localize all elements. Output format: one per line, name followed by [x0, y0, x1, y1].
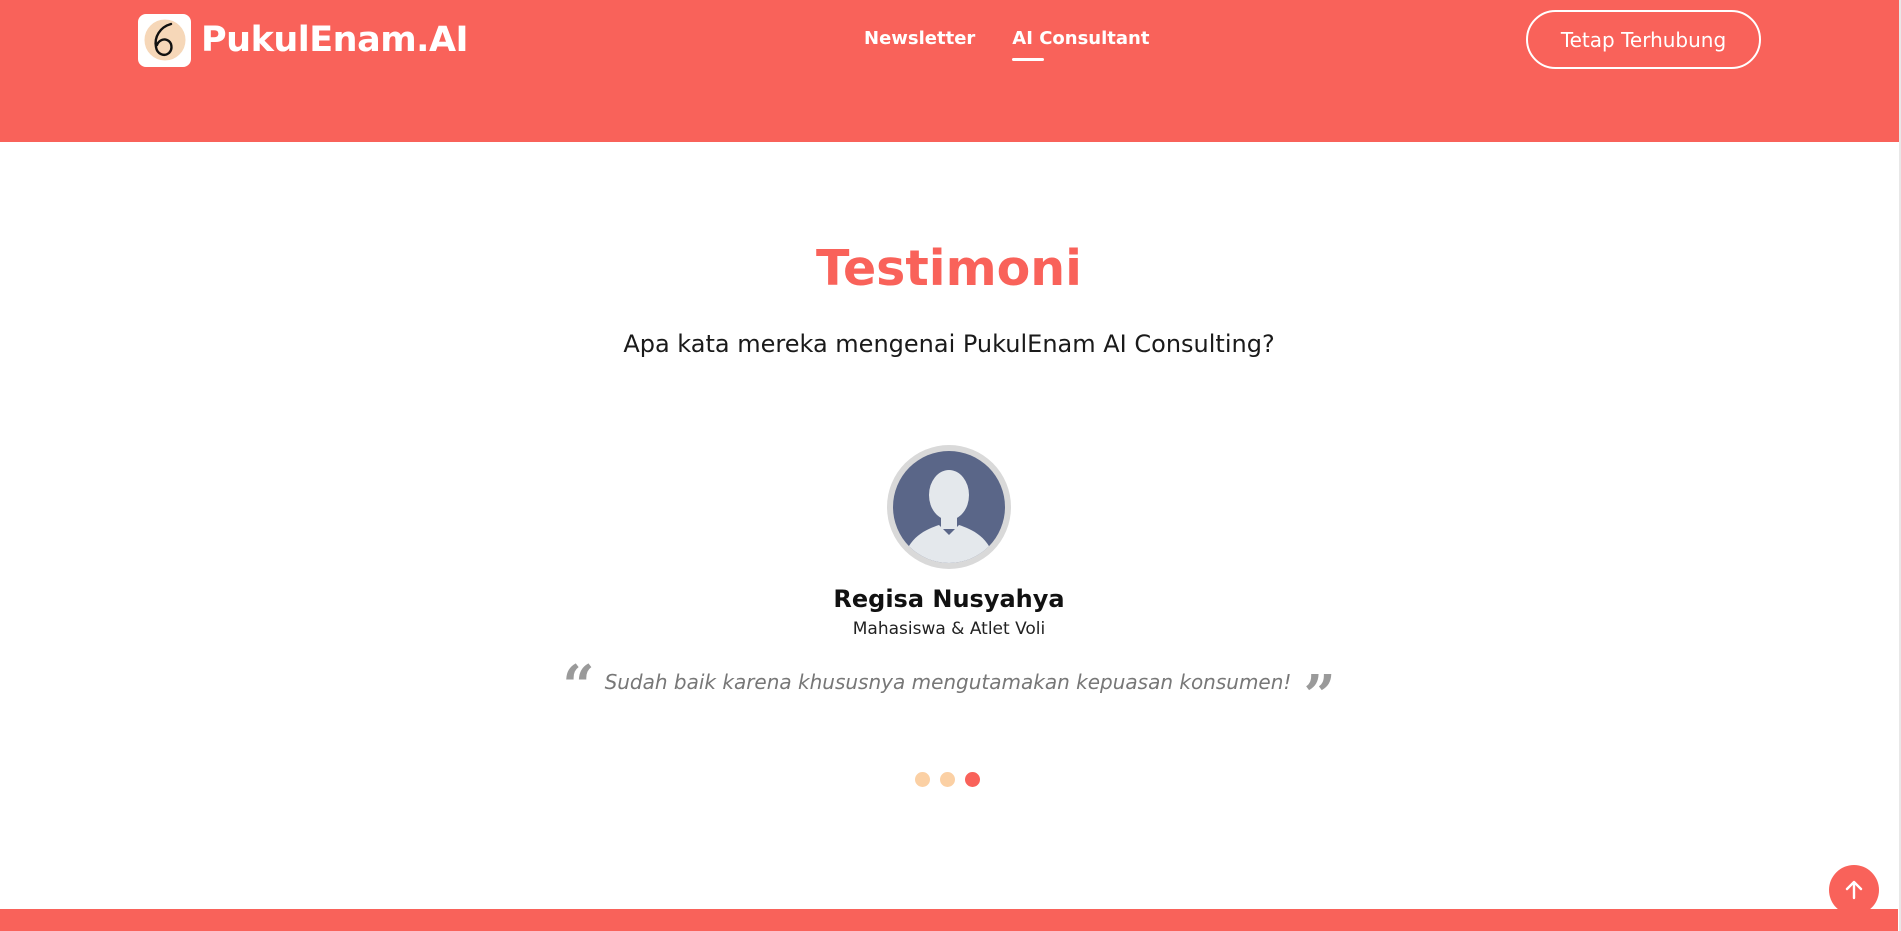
main-nav: Newsletter AI Consultant — [864, 28, 1149, 61]
brand-logo[interactable]: PukulEnam.AI — [138, 13, 469, 67]
back-to-top-button[interactable] — [1829, 865, 1879, 915]
testimonial-person-role: Mahasiswa & Atlet Voli — [852, 619, 1046, 639]
arrow-up-icon — [1845, 880, 1863, 900]
footer-strip — [0, 909, 1898, 931]
open-quote-icon: “ — [562, 653, 595, 719]
carousel-indicators — [915, 772, 980, 787]
close-quote-icon: ” — [1303, 663, 1336, 729]
default-user-avatar-icon — [887, 445, 1011, 569]
testimonial-quote-text: Sudah baik karena khususnya mengutamakan… — [604, 670, 1292, 694]
testimonial-quote: “ Sudah baik karena khususnya mengutamak… — [0, 658, 1898, 729]
stay-connected-button[interactable]: Tetap Terhubung — [1526, 10, 1761, 69]
carousel-dot-2[interactable] — [940, 772, 955, 787]
nav-ai-consultant[interactable]: AI Consultant — [1012, 28, 1149, 61]
section-title: Testimoni — [816, 240, 1082, 297]
site-header: PukulEnam.AI Newsletter AI Consultant Te… — [0, 0, 1901, 142]
testimonial-person-name: Regisa Nusyahya — [833, 585, 1065, 613]
carousel-dot-1[interactable] — [915, 772, 930, 787]
carousel-dot-3[interactable] — [965, 772, 980, 787]
brand-name: PukulEnam.AI — [201, 20, 469, 60]
six-o-clock-logo-icon — [138, 13, 191, 67]
nav-newsletter[interactable]: Newsletter — [864, 28, 975, 61]
section-subtitle: Apa kata mereka mengenai PukulEnam AI Co… — [623, 330, 1275, 358]
